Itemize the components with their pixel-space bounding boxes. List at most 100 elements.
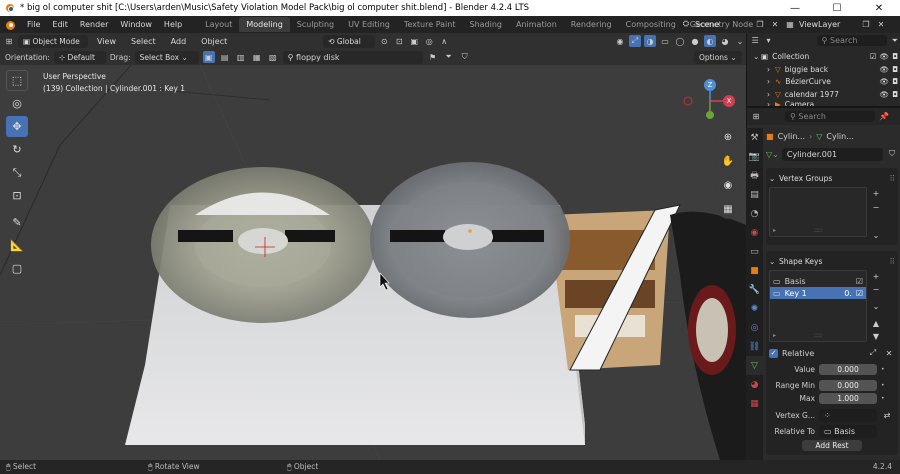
options-dropdown[interactable]: Options ⌄ — [694, 50, 742, 64]
material-tab-icon[interactable]: ◕ — [746, 375, 763, 394]
overlay-toggle-icon[interactable]: ◑ — [644, 35, 656, 47]
snap-target-icon[interactable]: ▣ — [408, 35, 420, 47]
select-mode-set-icon[interactable]: ▣ — [202, 51, 215, 63]
falloff-icon[interactable]: ∧ — [438, 35, 450, 47]
select-box-tool-icon[interactable]: ⬚ — [6, 70, 28, 91]
shape-key-value[interactable]: 0. — [844, 289, 852, 298]
tab-sculpting[interactable]: Sculpting — [290, 17, 341, 32]
transform-orientation-dropdown[interactable]: ⟲ Global — [323, 34, 376, 48]
tab-shading[interactable]: Shading — [462, 17, 509, 32]
blender-menu-icon[interactable] — [4, 19, 18, 31]
navigation-gizmo[interactable]: Z X Y — [680, 77, 740, 129]
select-mode-subtract-icon[interactable]: ▥ — [235, 51, 247, 63]
max-keyframe-dot[interactable]: • — [881, 395, 885, 402]
modifier-tab-icon[interactable]: 🔧 — [746, 280, 763, 299]
snap-icon[interactable]: ⊡ — [393, 35, 405, 47]
vertex-groups-list[interactable]: ▸ :::: — [769, 187, 867, 237]
collection-tab-icon[interactable]: ▭ — [746, 242, 763, 261]
annotate-tool-icon[interactable]: ✎ — [6, 212, 28, 233]
vertex-group-add-button[interactable]: + — [870, 187, 882, 199]
pan-hand-icon[interactable]: ✋ — [718, 151, 738, 171]
asset-search-field[interactable]: ⚲ floppy disk — [282, 50, 423, 64]
outliner-filter-icon[interactable]: ▾ — [763, 35, 773, 47]
shield-icon[interactable]: ⛉ — [459, 51, 471, 63]
tab-animation[interactable]: Animation — [509, 17, 564, 32]
shape-key-menu-button[interactable]: ⌄ — [870, 300, 882, 312]
tab-compositing[interactable]: Compositing — [619, 17, 683, 32]
select-menu[interactable]: Select — [125, 37, 162, 46]
remove-scene-icon[interactable]: ✕ — [769, 18, 781, 30]
move-tool-icon[interactable]: ✥ — [6, 116, 28, 137]
object-tab-icon[interactable]: ■ — [746, 261, 763, 280]
particles-tab-icon[interactable]: ✺ — [746, 299, 763, 318]
mode-dropdown[interactable]: ▣ Object Mode — [18, 34, 88, 48]
shape-key-row-key1[interactable]: ▭ Key 1 0. ☑ — [770, 287, 866, 299]
outliner-search-field[interactable]: ⚲ Search — [816, 35, 887, 46]
editor-type-icon[interactable]: ⊞ — [3, 35, 15, 47]
visibility-eye-icon[interactable]: 👁 — [880, 65, 890, 74]
world-tab-icon[interactable]: ◉ — [746, 223, 763, 242]
output-tab-icon[interactable]: 🖶 — [746, 166, 763, 185]
wireframe-shading-icon[interactable]: ◯ — [674, 35, 686, 47]
select-mode-intersect-icon[interactable]: ▧ — [267, 51, 279, 63]
physics-tab-icon[interactable]: ◎ — [746, 318, 763, 337]
render-camera-icon[interactable]: ◘ — [892, 90, 898, 99]
shape-key-mute-checkbox[interactable]: ☑ — [856, 289, 863, 298]
zoom-icon[interactable]: ⊕ — [718, 127, 738, 147]
breadcrumb-mesh[interactable]: Cylin... — [826, 132, 853, 141]
tab-layout[interactable]: Layout — [198, 17, 239, 32]
select-mode-invert-icon[interactable]: ▦ — [251, 51, 263, 63]
vertex-groups-header[interactable]: ⌄ Vertex Groups ⠿ — [769, 171, 895, 185]
value-keyframe-dot[interactable]: • — [881, 366, 885, 373]
xray-icon[interactable]: ▭ — [659, 35, 671, 47]
shape-key-add-button[interactable]: + — [870, 270, 882, 282]
range-min-field[interactable]: 0.000 — [819, 379, 877, 391]
view-menu[interactable]: View — [91, 37, 122, 46]
shading-options-icon[interactable]: ⌄ — [734, 35, 746, 47]
render-tab-icon[interactable]: 📷 — [746, 147, 763, 166]
range-min-keyframe-dot[interactable]: • — [881, 382, 885, 389]
properties-editor-type-icon[interactable]: ⊞ — [750, 111, 762, 123]
maximize-button[interactable]: ☐ — [816, 0, 858, 16]
visibility-icon[interactable]: ◉ — [614, 35, 626, 47]
render-camera-icon[interactable]: ◘ — [892, 52, 898, 61]
vertex-group-field[interactable]: ⁘ — [819, 408, 877, 422]
outliner-filter-funnel-icon[interactable]: ⏷ — [890, 35, 900, 47]
shape-key-move-up-button[interactable]: ▲ — [870, 317, 882, 329]
texture-tab-icon[interactable]: ▦ — [746, 394, 763, 413]
visibility-eye-icon[interactable]: 👁 — [880, 90, 890, 99]
add-cube-tool-icon[interactable]: ▢ — [6, 258, 28, 279]
rotate-tool-icon[interactable]: ↻ — [6, 139, 28, 160]
outliner-item-collection[interactable]: ⌄ ▣ Collection ☑ 👁 ◘ — [753, 50, 900, 63]
scale-tool-icon[interactable]: ⤡ — [6, 162, 28, 183]
add-menu[interactable]: Add — [165, 37, 193, 46]
proportional-edit-icon[interactable]: ◎ — [423, 35, 435, 47]
visibility-eye-icon[interactable]: 👁 — [880, 52, 890, 61]
measure-tool-icon[interactable]: 📐 — [6, 235, 28, 256]
relative-to-field[interactable]: ▭ Basis — [819, 424, 877, 438]
menu-render[interactable]: Render — [74, 20, 114, 29]
select-mode-extend-icon[interactable]: ▤ — [219, 51, 231, 63]
tab-rendering[interactable]: Rendering — [564, 17, 619, 32]
fake-user-shield-icon[interactable]: ⛉ — [886, 148, 898, 160]
vertex-group-remove-button[interactable]: − — [870, 201, 882, 213]
3d-viewport[interactable]: User Perspective (139) Collection | Cyli… — [0, 65, 746, 460]
vertex-group-invert-icon[interactable]: ⇄ — [881, 409, 893, 421]
shape-key-row-basis[interactable]: ▭ Basis ☑ — [770, 275, 866, 287]
render-camera-icon[interactable]: ◘ — [892, 65, 898, 74]
menu-window[interactable]: Window — [114, 20, 158, 29]
copy-scene-icon[interactable]: ❐ — [754, 18, 766, 30]
render-camera-icon[interactable]: ◘ — [892, 77, 898, 86]
shape-key-move-down-button[interactable]: ▼ — [870, 330, 882, 342]
data-tab-icon[interactable]: ▽ — [746, 356, 763, 375]
value-field[interactable]: 0.000 — [819, 363, 877, 375]
relative-checkbox[interactable]: ✓ — [769, 348, 778, 358]
camera-view-icon[interactable]: ◉ — [718, 175, 738, 195]
transform-tool-icon[interactable]: ⊡ — [6, 185, 28, 206]
outliner-item-biggie-back[interactable]: › ▽ biggie back 👁 ◘ — [753, 63, 900, 76]
scene-name[interactable]: Scene — [695, 20, 751, 29]
drag-dropdown[interactable]: Select Box ⌄ — [134, 50, 199, 64]
view-layer-icon[interactable]: ▦ — [784, 18, 796, 30]
vertex-group-menu-button[interactable]: ⌄ — [870, 229, 882, 241]
pivot-icon[interactable]: ⊙ — [378, 35, 390, 47]
